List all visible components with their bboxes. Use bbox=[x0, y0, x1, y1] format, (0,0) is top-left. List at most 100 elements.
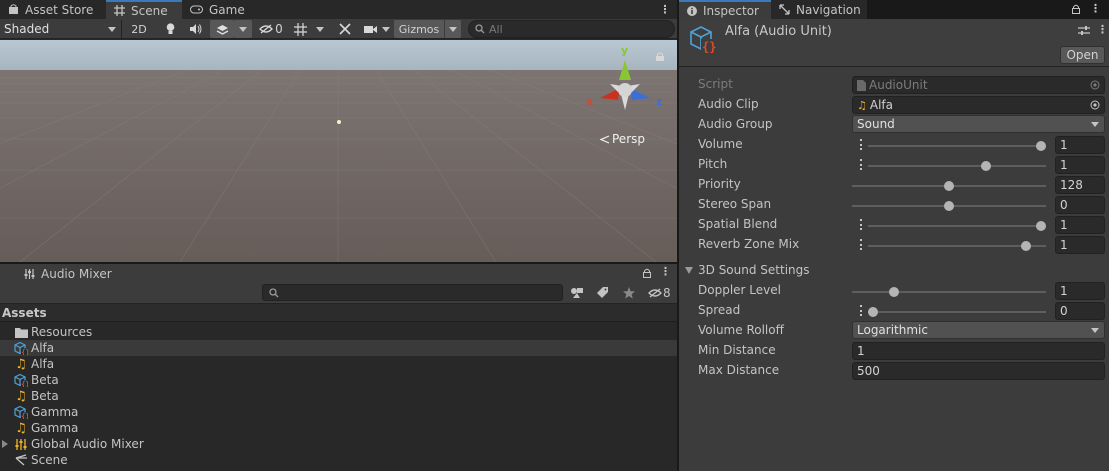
scene-viewport[interactable]: y x z Persp bbox=[0, 40, 677, 262]
foldout-collapsed-icon[interactable] bbox=[2, 440, 8, 448]
hidden-packages-toggle[interactable]: 8 bbox=[648, 286, 671, 300]
tab-navigation[interactable]: Navigation bbox=[771, 0, 867, 19]
doppler-level-slider-track[interactable] bbox=[852, 291, 1046, 293]
asset-list-item[interactable]: {}Gamma bbox=[0, 404, 677, 420]
spread-slider-track[interactable] bbox=[868, 311, 1046, 313]
grid-toggle[interactable] bbox=[288, 20, 312, 38]
doppler-level-input[interactable]: 1 bbox=[1055, 282, 1105, 300]
lock-icon[interactable] bbox=[1072, 4, 1080, 14]
priority-slider-thumb[interactable] bbox=[944, 181, 954, 191]
volume-input[interactable]: 1 bbox=[1055, 136, 1105, 154]
spread-slider-thumb[interactable] bbox=[868, 307, 878, 317]
gizmos-button[interactable]: Gizmos bbox=[394, 20, 444, 38]
reverb-zone-mix-input[interactable]: 1 bbox=[1055, 236, 1105, 254]
orientation-gizmo[interactable]: y x z bbox=[586, 44, 662, 122]
shading-mode-dropdown[interactable]: Shaded bbox=[0, 20, 122, 38]
doppler-level-slider-thumb[interactable] bbox=[888, 287, 899, 297]
asset-list-item[interactable]: ♫ Gamma bbox=[0, 420, 677, 436]
asset-name: Gamma bbox=[31, 405, 79, 419]
lock-icon[interactable] bbox=[643, 268, 651, 278]
property-pitch: Pitch 1 bbox=[679, 156, 1107, 176]
audio-toggle[interactable] bbox=[184, 20, 208, 38]
scene-icon bbox=[14, 453, 28, 467]
stereo-span-slider-thumb[interactable] bbox=[944, 201, 954, 211]
reverb-zone-mix-slider-track[interactable] bbox=[868, 245, 1046, 247]
assets-search-input[interactable] bbox=[262, 284, 563, 301]
more-options-icon[interactable]: ⋮ bbox=[660, 3, 671, 16]
more-options-icon[interactable]: ⋮ bbox=[1097, 24, 1108, 35]
min-distance-input[interactable]: 1 bbox=[852, 342, 1105, 360]
pitch-slider-track[interactable] bbox=[868, 165, 1046, 167]
volume-slider-track[interactable] bbox=[868, 145, 1046, 147]
volume-rolloff-label: Volume Rolloff bbox=[698, 323, 784, 337]
priority-input[interactable]: 128 bbox=[1055, 176, 1105, 194]
svg-text:{}: {} bbox=[21, 349, 28, 355]
spatial-blend-slider-thumb[interactable] bbox=[1036, 221, 1046, 231]
filter-by-type-icon[interactable] bbox=[570, 287, 584, 299]
reverb-zone-mix-slider-thumb[interactable] bbox=[1020, 241, 1031, 251]
property-spatial-blend: Spatial Blend 1 bbox=[679, 216, 1107, 236]
asset-list-item[interactable]: {}Beta bbox=[0, 372, 677, 388]
camera-dropdown[interactable] bbox=[380, 20, 392, 38]
scene-search-input[interactable]: All bbox=[468, 20, 675, 38]
asset-list-item[interactable]: Global Audio Mixer bbox=[0, 436, 677, 452]
asset-list-item[interactable]: Scene bbox=[0, 452, 677, 468]
inspector-header: {} Alfa (Audio Unit) ⋮ Open bbox=[679, 19, 1109, 67]
property-reverb-zone-mix: Reverb Zone Mix 1 bbox=[679, 236, 1107, 256]
volume-rolloff-dropdown[interactable]: Logarithmic bbox=[852, 321, 1105, 339]
scene-visibility-toggle[interactable]: 0 bbox=[256, 20, 286, 38]
speaker-icon bbox=[190, 24, 202, 34]
tab-scene[interactable]: Scene bbox=[106, 0, 182, 19]
filter-by-label-icon[interactable] bbox=[596, 287, 609, 299]
pitch-slider-thumb[interactable] bbox=[980, 161, 991, 171]
volume-slider-thumb[interactable] bbox=[1036, 141, 1046, 151]
pitch-input[interactable]: 1 bbox=[1055, 156, 1105, 174]
toggle-2d-button[interactable]: 2D bbox=[126, 20, 152, 38]
open-button[interactable]: Open bbox=[1060, 46, 1105, 64]
inspector-tab-bar: Inspector Navigation ⋮ bbox=[679, 0, 1109, 19]
curve-menu-icon[interactable] bbox=[860, 159, 863, 170]
favorite-star-icon[interactable] bbox=[623, 287, 635, 299]
stereo-span-input[interactable]: 0 bbox=[1055, 196, 1105, 214]
spatial-blend-input[interactable]: 1 bbox=[1055, 216, 1105, 234]
effects-toggle[interactable] bbox=[210, 20, 234, 38]
lighting-toggle[interactable] bbox=[158, 20, 182, 38]
tools-toggle[interactable] bbox=[334, 20, 356, 38]
property-audio-clip: Audio Clip ♫ Alfa bbox=[679, 96, 1107, 116]
asset-list-item[interactable]: {}Alfa bbox=[0, 340, 677, 356]
presets-icon[interactable] bbox=[1078, 26, 1090, 36]
more-options-icon[interactable]: ⋮ bbox=[1090, 3, 1101, 14]
asset-list-item[interactable]: ♫ Beta bbox=[0, 388, 677, 404]
camera-toggle[interactable] bbox=[360, 20, 380, 38]
foldout-expanded-icon bbox=[685, 267, 693, 274]
search-icon bbox=[475, 24, 485, 34]
projection-toggle[interactable]: Persp bbox=[600, 132, 645, 146]
asset-list-item[interactable]: Resources bbox=[0, 324, 677, 340]
tab-asset-store[interactable]: Asset Store bbox=[0, 0, 106, 19]
curve-menu-icon[interactable] bbox=[860, 305, 863, 316]
foldout-3d-sound-settings[interactable]: 3D Sound Settings bbox=[679, 262, 1107, 282]
spatial-blend-slider-track[interactable] bbox=[868, 225, 1046, 227]
gizmos-dropdown[interactable] bbox=[445, 20, 461, 38]
tab-audio-mixer[interactable]: Audio Mixer bbox=[0, 264, 677, 284]
asset-list-item[interactable]: ♫ Alfa bbox=[0, 356, 677, 372]
lock-icon[interactable] bbox=[656, 52, 664, 61]
more-options-icon[interactable]: ⋮ bbox=[660, 266, 671, 277]
asset-name: Alfa bbox=[31, 341, 55, 355]
spread-input[interactable]: 0 bbox=[1055, 302, 1105, 320]
max-distance-input[interactable]: 500 bbox=[852, 362, 1105, 380]
tab-inspector[interactable]: Inspector bbox=[679, 0, 771, 19]
script-value: AudioUnit bbox=[869, 78, 928, 92]
grid-dropdown[interactable] bbox=[312, 20, 328, 38]
gizmo-y-label: y bbox=[621, 44, 629, 57]
object-picker-icon[interactable] bbox=[1090, 100, 1100, 110]
curve-menu-icon[interactable] bbox=[860, 139, 863, 150]
max-distance-value: 500 bbox=[857, 364, 880, 378]
curve-menu-icon[interactable] bbox=[860, 219, 863, 230]
tab-game[interactable]: Game bbox=[182, 0, 252, 19]
audio-group-dropdown[interactable]: Sound bbox=[852, 115, 1105, 133]
effects-dropdown[interactable] bbox=[234, 20, 252, 38]
curve-menu-icon[interactable] bbox=[860, 239, 863, 250]
audio-clip-field[interactable]: ♫ Alfa bbox=[852, 96, 1105, 114]
audio-unit-script-icon: {} bbox=[14, 341, 28, 355]
